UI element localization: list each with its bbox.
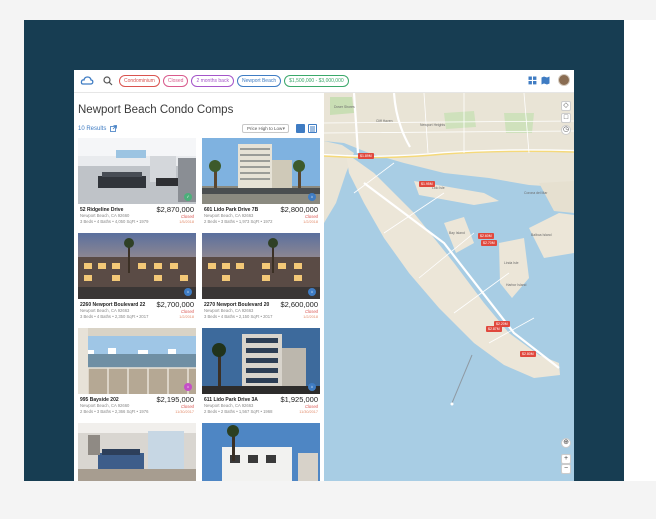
listing-panel: Newport Beach Condo Comps 10 Results Pri… — [74, 93, 323, 481]
listing-status: Closed — [304, 309, 318, 314]
listing-specs: 2 Beds • 3 Baths • 1,973 SqFt • 1972 — [204, 219, 273, 224]
listing-card[interactable] — [202, 423, 320, 481]
chevron-down-icon: ▾ — [282, 126, 285, 132]
filter-chip-date-range[interactable]: 2 months back — [191, 75, 234, 87]
map-price-pin[interactable]: $2.70M — [481, 240, 497, 246]
cloud-logo-icon[interactable] — [80, 74, 94, 88]
map-icon[interactable] — [541, 76, 550, 85]
listing-photo[interactable] — [78, 423, 196, 481]
listing-card[interactable]: ⌂ 601 Lido Park Drive 7B $2,800,000 Newp… — [202, 138, 320, 227]
listing-card[interactable]: ⌂ 2260 Newport Boulevard 22 $2,700,000 N… — [78, 233, 196, 322]
map-place-label: Harbor Island — [506, 283, 527, 287]
listing-price: $2,700,000 — [156, 300, 194, 309]
search-icon[interactable] — [103, 76, 113, 86]
listing-price: $2,800,000 — [280, 205, 318, 214]
listing-city: Newport Beach, CA 92660 — [80, 213, 130, 218]
listing-status: Closed — [180, 309, 194, 314]
side-panel — [624, 20, 656, 481]
map-price-pin[interactable]: $2.80M — [520, 351, 536, 357]
listing-city: Newport Beach, CA 92663 — [80, 308, 130, 313]
toolbar-right — [524, 74, 570, 86]
listing-photo[interactable]: ⌂ — [78, 233, 196, 299]
listing-date: 1/2/2018 — [179, 315, 194, 319]
listing-city: Newport Beach, CA 92660 — [80, 403, 130, 408]
listing-date: 1/2/2018 — [303, 315, 318, 319]
filter-chip-price-range[interactable]: $1,500,000 - $3,000,000 — [284, 75, 349, 87]
listing-photo[interactable]: ⌂ — [202, 233, 320, 299]
listing-price: $2,600,000 — [280, 300, 318, 309]
map-price-pin[interactable]: $1.89M — [358, 153, 374, 159]
app-window: Condominium Closed 2 months back Newport… — [74, 70, 574, 481]
listing-date: 1/2/2018 — [303, 220, 318, 224]
listing-type-badge: ✓ — [184, 193, 192, 201]
listing-type-badge: ⌂ — [184, 383, 192, 391]
listing-date: 1/5/2018 — [179, 220, 194, 224]
map-select-tool-button[interactable]: □ — [561, 113, 571, 123]
map-place-label: Balboa Island — [531, 233, 552, 237]
results-count[interactable]: 10 Results — [78, 125, 118, 132]
map-canvas[interactable] — [324, 93, 574, 481]
listing-status: Closed — [180, 214, 194, 219]
external-link-icon[interactable] — [110, 125, 118, 132]
listing-type-badge: ⌂ — [308, 193, 316, 201]
filter-chip-status[interactable]: Closed — [162, 75, 189, 87]
listing-city: Newport Beach, CA 92663 — [204, 213, 254, 218]
listing-date: 11/30/2017 — [299, 410, 318, 414]
listing-photo[interactable]: ✓ — [78, 138, 196, 204]
map-place-label: Newport Heights — [420, 123, 446, 127]
list-view-button[interactable] — [308, 124, 317, 133]
map-place-label: Linda Isle — [504, 261, 519, 265]
listing-card[interactable] — [78, 423, 196, 481]
page-title: Newport Beach Condo Comps — [78, 104, 234, 116]
sort-dropdown[interactable]: Price High to Low ▾ — [242, 124, 289, 133]
listing-photo[interactable]: ⌂ — [78, 328, 196, 394]
listing-type-badge: ⌂ — [308, 288, 316, 296]
map-locate-button[interactable]: ⊕ — [561, 438, 571, 448]
listing-specs: 2 Beds • 2 Baths • 1,567 SqFt • 1968 — [204, 409, 273, 414]
listing-photo[interactable] — [202, 423, 320, 481]
listing-price: $2,195,000 — [156, 395, 194, 404]
listing-photo[interactable]: ⌂ — [202, 328, 320, 394]
listing-date: 11/30/2017 — [175, 410, 194, 414]
map-price-pin[interactable]: $1.95M — [419, 181, 435, 187]
top-toolbar: Condominium Closed 2 months back Newport… — [74, 70, 574, 93]
map-draw-tool-button[interactable]: ◇ — [561, 101, 571, 111]
list-icon — [310, 126, 315, 132]
grid-view-button[interactable] — [296, 124, 305, 133]
listing-type-badge: ⌂ — [184, 288, 192, 296]
sort-dropdown-value: Price High to Low — [247, 126, 283, 131]
filter-chip-property-type[interactable]: Condominium — [119, 75, 160, 87]
results-count-label: 10 Results — [78, 125, 107, 132]
listing-card[interactable]: ⌂ 611 Lido Park Drive 3A $1,925,000 Newp… — [202, 328, 320, 417]
listing-specs: 3 Beds • 4 Baths • 4,050 SqFt • 1979 — [80, 219, 149, 224]
filter-chip-location[interactable]: Newport Beach — [236, 75, 282, 87]
map-place-label: Cliff Haven — [376, 119, 393, 123]
listing-card[interactable]: ✓ 52 Ridgeline Drive $2,870,000 Newport … — [78, 138, 196, 227]
listing-city: Newport Beach, CA 92663 — [204, 403, 254, 408]
listing-price: $1,925,000 — [280, 395, 318, 404]
map-place-label: Corona del Mar — [524, 191, 548, 195]
listing-card[interactable]: ⌂ 995 Bayside 202 $2,195,000 Newport Bea… — [78, 328, 196, 417]
listing-status: Closed — [304, 214, 318, 219]
map-panel[interactable]: Dover Shores Cliff Haven Newport Heights… — [324, 93, 574, 481]
listing-status: Closed — [180, 404, 194, 409]
listing-specs: 3 Beds • 4 Baths • 2,150 SqFt • 2017 — [204, 314, 273, 319]
grid-icon[interactable] — [528, 76, 537, 85]
map-place-label: Dover Shores — [334, 105, 355, 109]
listing-type-badge: ⌂ — [308, 383, 316, 391]
listing-card[interactable]: ⌂ 2270 Newport Boulevard 20 $2,600,000 N… — [202, 233, 320, 322]
map-price-pin[interactable]: $2.87M — [486, 326, 502, 332]
zoom-in-button[interactable]: + — [561, 454, 571, 464]
listing-specs: 2 Beds • 3 Baths • 2,366 SqFt • 1976 — [80, 409, 149, 414]
listing-price: $2,870,000 — [156, 205, 194, 214]
listing-city: Newport Beach, CA 92663 — [204, 308, 254, 313]
map-price-pin[interactable]: $2.60M — [478, 233, 494, 239]
avatar[interactable] — [558, 74, 570, 86]
map-clock-tool-button[interactable]: ◷ — [561, 125, 571, 135]
listing-specs: 3 Beds • 4 Baths • 2,350 SqFt • 2017 — [80, 314, 149, 319]
map-place-label: Bay Island — [449, 231, 465, 235]
listing-status: Closed — [304, 404, 318, 409]
listing-photo[interactable]: ⌂ — [202, 138, 320, 204]
zoom-out-button[interactable]: − — [561, 464, 571, 474]
